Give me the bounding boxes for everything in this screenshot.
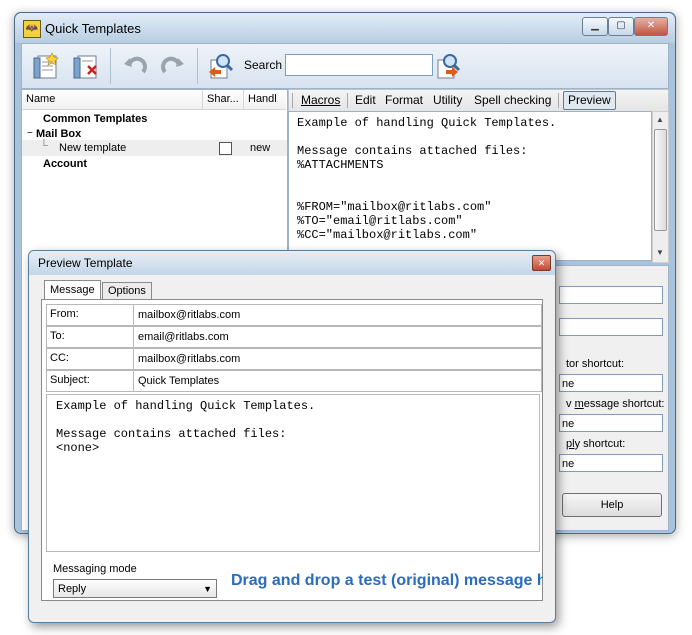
shared-checkbox[interactable] (219, 142, 232, 155)
cc-value: mailbox@ritlabs.com (138, 353, 241, 365)
scroll-up-icon[interactable]: ▲ (656, 115, 664, 124)
shortcut-label-1: tor shortcut: (566, 358, 625, 370)
subject-label: Subject: (50, 374, 90, 386)
tree-item-new-template[interactable]: New template (59, 142, 126, 154)
menu-edit[interactable]: Edit (355, 93, 376, 107)
column-header-handler[interactable]: Handl (244, 90, 286, 110)
cc-label: CC: (50, 352, 69, 364)
messaging-mode-select[interactable]: Reply ▼ (53, 579, 217, 598)
handler-value: new (250, 142, 271, 154)
search-input[interactable] (285, 54, 433, 76)
tab-options[interactable]: Options (102, 282, 152, 300)
undo-icon[interactable] (121, 52, 149, 80)
drag-drop-hint: Drag and drop a test (original) message … (231, 572, 543, 589)
menu-spell-checking[interactable]: Spell checking (474, 93, 551, 107)
shortcut-field-3[interactable]: ne (559, 454, 663, 472)
to-label: To: (50, 330, 65, 342)
maximize-button[interactable]: ▢ (608, 17, 634, 36)
menu-preview[interactable]: Preview (563, 91, 616, 110)
shortcut-field-2[interactable]: ne (559, 414, 663, 432)
shortcut-label-3: ply shortcut: (566, 438, 626, 450)
close-button[interactable]: ✕ (634, 17, 668, 36)
shortcut-field-1[interactable]: ne (559, 374, 663, 392)
menu-utility[interactable]: Utility (433, 93, 462, 107)
cc-row: CC: mailbox@ritlabs.com (46, 348, 542, 370)
menu-format[interactable]: Format (385, 93, 423, 107)
find-previous-icon[interactable] (206, 52, 234, 80)
scroll-down-icon[interactable]: ▼ (656, 248, 664, 257)
template-editor[interactable]: Example of handling Quick Templates. Mes… (288, 111, 652, 261)
subject-value: Quick Templates (138, 375, 220, 387)
from-value: mailbox@ritlabs.com (138, 309, 241, 321)
dialog-close-button[interactable]: ✕ (532, 255, 551, 271)
to-value: email@ritlabs.com (138, 331, 229, 343)
from-row: From: mailbox@ritlabs.com (46, 304, 542, 326)
editor-scrollbar[interactable]: ▲ ▼ (652, 111, 669, 263)
from-label: From: (50, 308, 79, 320)
collapse-icon[interactable]: − (27, 128, 33, 139)
property-field-1[interactable] (559, 286, 663, 304)
help-button[interactable]: Help (562, 493, 662, 517)
menu-macros[interactable]: Macros (301, 93, 340, 107)
tree-item-common-templates[interactable]: Common Templates (43, 113, 147, 125)
redo-icon[interactable] (159, 52, 187, 80)
subject-row: Subject: Quick Templates (46, 370, 542, 392)
minimize-button[interactable]: ▁ (582, 17, 608, 36)
app-logo-icon: 🦇 (23, 20, 41, 38)
messaging-mode-value: Reply (58, 583, 87, 595)
dialog-title-bar: Preview Template ✕ (29, 251, 555, 275)
tree-item-account[interactable]: Account (43, 158, 87, 170)
find-next-icon[interactable] (433, 52, 461, 80)
search-label: Search (244, 58, 283, 72)
column-header-name[interactable]: Name (22, 90, 203, 110)
delete-template-icon[interactable] (72, 52, 100, 80)
tree-connector: └ (40, 140, 48, 152)
new-template-icon[interactable] (32, 52, 60, 80)
editor-menu-bar: Macros Edit Format Utility Spell checkin… (288, 89, 669, 113)
to-row: To: email@ritlabs.com (46, 326, 542, 348)
dialog-title: Preview Template (38, 256, 133, 270)
messaging-mode-label: Messaging mode (53, 563, 137, 575)
message-tab-panel: From: mailbox@ritlabs.com To: email@ritl… (41, 299, 543, 601)
scrollbar-thumb[interactable] (654, 129, 667, 231)
title-bar: 🦇 Quick Templates ▁ ▢ ✕ (15, 13, 675, 43)
chevron-down-icon: ▼ (203, 584, 212, 594)
property-field-2[interactable] (559, 318, 663, 336)
message-body[interactable]: Example of handling Quick Templates. Mes… (46, 394, 540, 552)
tree-item-mail-box[interactable]: Mail Box (36, 128, 81, 140)
column-header-shared[interactable]: Shar... (203, 90, 244, 110)
shortcut-label-2: v message shortcut: (566, 398, 665, 410)
window-title: Quick Templates (45, 21, 141, 36)
tab-message[interactable]: Message (44, 280, 101, 300)
preview-template-dialog: Preview Template ✕ Message Options From:… (28, 250, 556, 623)
main-toolbar: Search (21, 43, 669, 89)
